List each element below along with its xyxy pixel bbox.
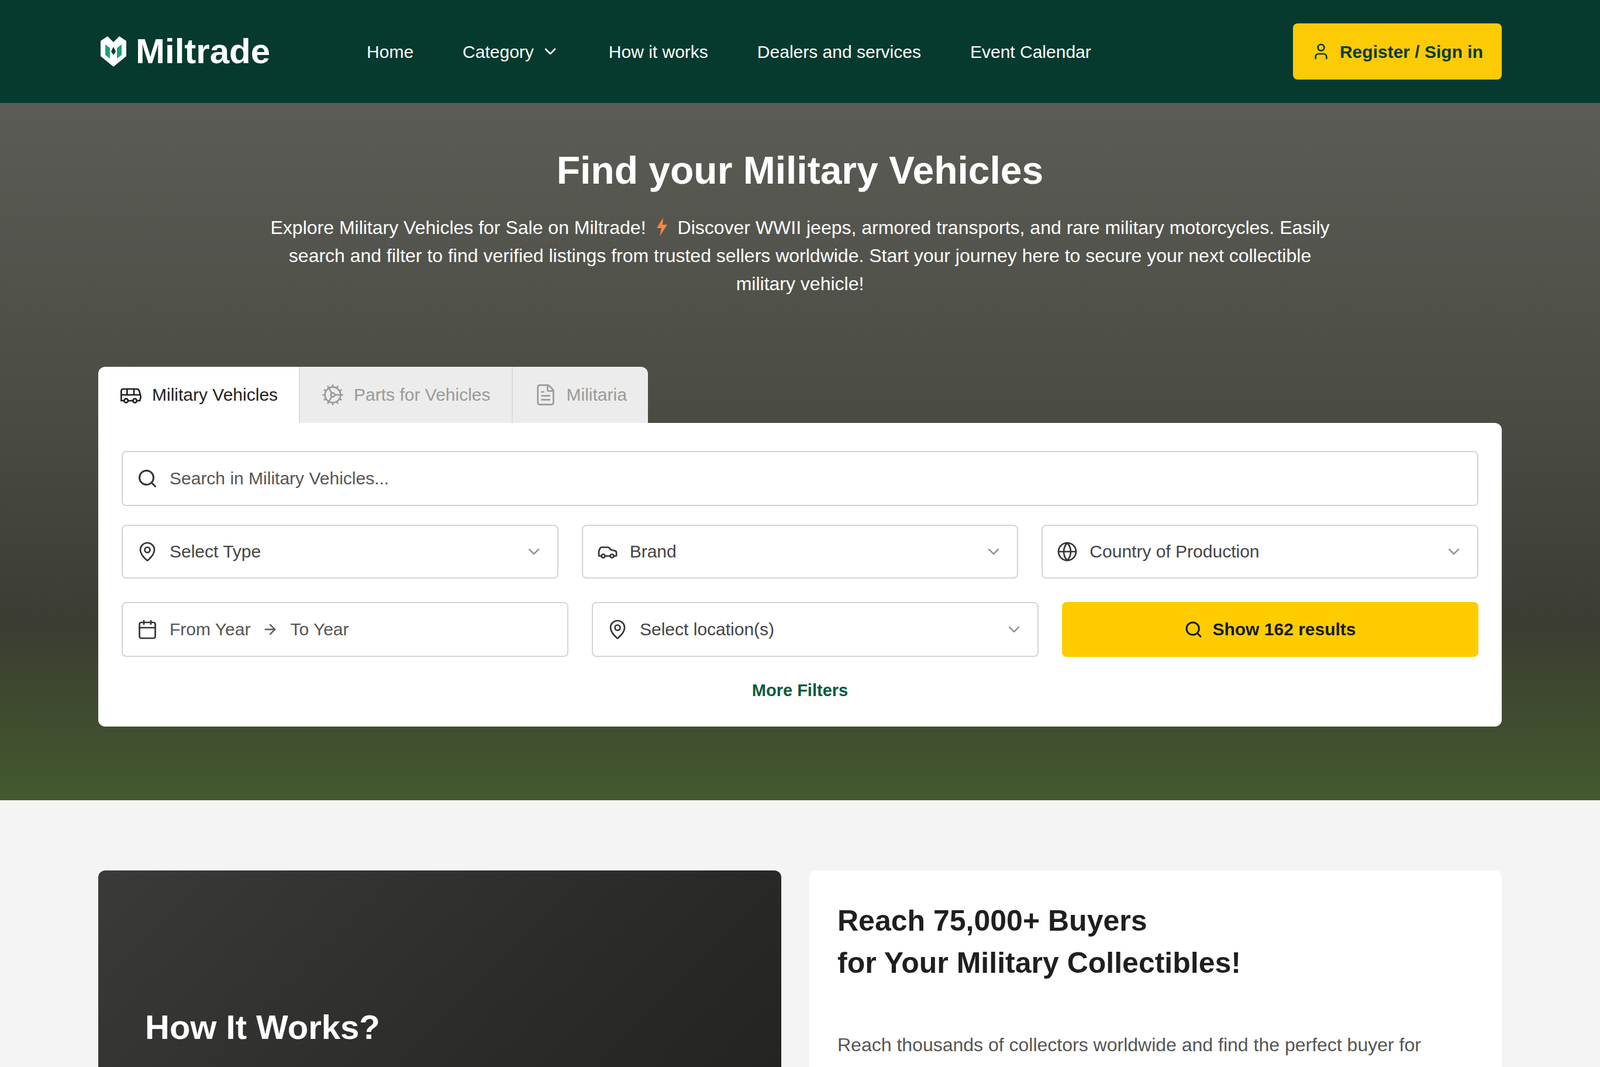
main-nav: Home Category How it works Dealers and serv…: [366, 38, 1092, 65]
search-card: Search in Military Vehicles... Select Typ…: [98, 422, 1502, 727]
vehicle-icon: [119, 383, 143, 407]
more-filters-link[interactable]: More Filters: [752, 677, 848, 704]
promo-heading: Reach 75,000+ Buyersfor Your Military Co…: [837, 899, 1474, 984]
brand-select[interactable]: Brand: [581, 524, 1019, 579]
country-select-icon: [1056, 540, 1078, 562]
lightning-icon: [655, 217, 669, 237]
location-select-icon: [607, 618, 629, 640]
show-results-button[interactable]: Show 162 results: [1061, 601, 1479, 657]
year-range[interactable]: From YearTo Year: [121, 601, 569, 657]
search-icon: [1184, 619, 1203, 639]
nav-item[interactable]: Home: [366, 38, 414, 65]
hero: Find your Military Vehicles Explore Milit…: [0, 102, 1600, 800]
hero-description: Explore Military Vehicles for Sale on Mi…: [264, 213, 1336, 298]
location-select-label: Select location(s): [639, 615, 993, 643]
promo-card: Reach 75,000+ Buyersfor Your Military Co…: [809, 870, 1502, 1067]
nav-item[interactable]: Event Calendar: [970, 38, 1092, 65]
brand-select-icon: [597, 540, 619, 562]
top-nav: Miltrade Home Category How it works Dealers …: [0, 0, 1600, 103]
nav-item[interactable]: How it works: [608, 38, 709, 65]
chevron-down-icon: [1004, 619, 1024, 639]
nav-item[interactable]: Dealers and services: [757, 38, 922, 65]
category-tab[interactable]: Parts for Vehicles: [298, 366, 512, 423]
promo-text: Reach thousands of collectors worldwide …: [837, 1030, 1474, 1059]
how-it-works-card[interactable]: How It Works?: [98, 870, 782, 1067]
user-icon: [1311, 42, 1331, 61]
hero-title: Find your Military Vehicles: [556, 146, 1044, 195]
how-it-works-title: How It Works?: [145, 1005, 782, 1049]
nav-item[interactable]: Category: [462, 38, 560, 65]
search-panel: Military VehiclesParts for VehiclesMilit…: [98, 366, 1502, 727]
location-select[interactable]: Select location(s): [591, 601, 1039, 657]
chevron-down-icon: [1444, 542, 1464, 561]
arrow-right-icon: [261, 621, 279, 638]
chevron-down-icon: [540, 42, 560, 61]
search-input[interactable]: Search in Military Vehicles...: [121, 450, 1479, 506]
chevron-down-icon: [984, 542, 1003, 561]
calendar-icon: [136, 618, 158, 640]
register-button[interactable]: Register / Sign in: [1292, 23, 1502, 80]
category-tab[interactable]: Militaria: [511, 366, 648, 423]
country-select-label: Country of Production: [1089, 538, 1433, 565]
type-select[interactable]: Select Type: [121, 524, 559, 579]
militaria-icon: [533, 383, 558, 407]
type-select-icon: [136, 540, 158, 562]
category-tabs: Military VehiclesParts for VehiclesMilit…: [98, 366, 1502, 423]
type-select-label: Select Type: [169, 538, 513, 565]
search-icon: [136, 467, 158, 489]
logo[interactable]: Miltrade: [98, 33, 271, 70]
parts-icon: [321, 383, 345, 407]
logo-text: Miltrade: [135, 33, 271, 70]
country-select[interactable]: Country of Production: [1041, 524, 1479, 579]
category-tab[interactable]: Military Vehicles: [98, 366, 299, 423]
page: Miltrade Home Category How it works Dealers …: [0, 0, 1600, 1067]
info-section: How It Works? Reach 75,000+ Buyersfor You…: [0, 800, 1600, 1067]
chevron-down-icon: [524, 542, 544, 561]
logo-icon: [98, 35, 129, 68]
brand-select-label: Brand: [629, 538, 974, 565]
